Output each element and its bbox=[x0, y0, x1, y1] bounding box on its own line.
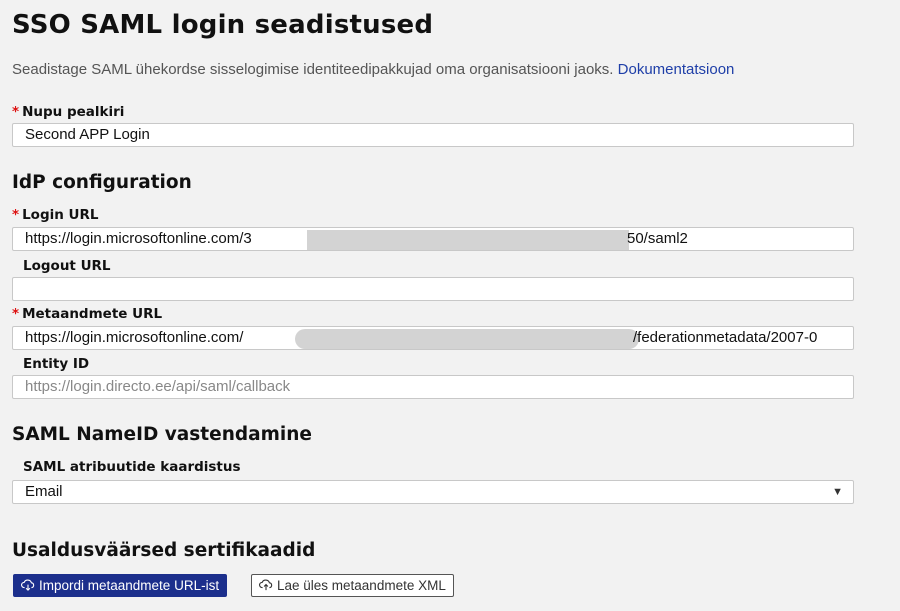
required-marker: * bbox=[12, 104, 20, 120]
logout-url-input[interactable] bbox=[12, 277, 854, 301]
required-marker: * bbox=[12, 306, 20, 322]
logout-url-label: Logout URL bbox=[23, 258, 111, 274]
button-title-input[interactable]: Second APP Login bbox=[12, 123, 854, 147]
page-subtitle: Seadistage SAML ühekordse sisselogimise … bbox=[12, 61, 734, 78]
upload-metadata-xml-button[interactable]: Lae üles metaandmete XML bbox=[251, 574, 454, 597]
cloud-download-icon bbox=[21, 579, 35, 591]
metadata-url-label: * Metaandmete URL bbox=[12, 306, 163, 322]
attribute-mapping-label: SAML atribuutide kaardistus bbox=[23, 459, 241, 475]
section-idp-configuration: IdP configuration bbox=[12, 172, 192, 193]
caret-down-icon: ▼ bbox=[832, 486, 843, 498]
entity-id-input[interactable]: https://login.directo.ee/api/saml/callba… bbox=[12, 375, 854, 399]
redacted-region bbox=[295, 329, 639, 349]
section-trusted-certificates: Usaldusväärsed sertifikaadid bbox=[12, 540, 316, 561]
import-metadata-url-button[interactable]: Impordi metaandmete URL-ist bbox=[13, 574, 228, 597]
entity-id-label: Entity ID bbox=[23, 356, 90, 372]
subtitle-text: Seadistage SAML ühekordse sisselogimise … bbox=[12, 61, 614, 78]
attribute-mapping-select[interactable]: Email ▼ bbox=[12, 480, 854, 504]
required-marker: * bbox=[12, 207, 20, 223]
redacted-region bbox=[307, 230, 629, 250]
page-title: SSO SAML login seadistused bbox=[12, 10, 434, 40]
button-title-label: * Nupu pealkiri bbox=[12, 104, 125, 120]
login-url-label: * Login URL bbox=[12, 207, 99, 223]
cloud-upload-icon bbox=[259, 579, 273, 591]
section-nameid-mapping: SAML NameID vastendamine bbox=[12, 424, 312, 445]
login-url-input[interactable]: https://login.microsoftonline.com/3 50/s… bbox=[12, 227, 854, 251]
metadata-url-input[interactable]: https://login.microsoftonline.com/ /fede… bbox=[12, 326, 854, 350]
documentation-link[interactable]: Dokumentatsioon bbox=[618, 61, 735, 78]
